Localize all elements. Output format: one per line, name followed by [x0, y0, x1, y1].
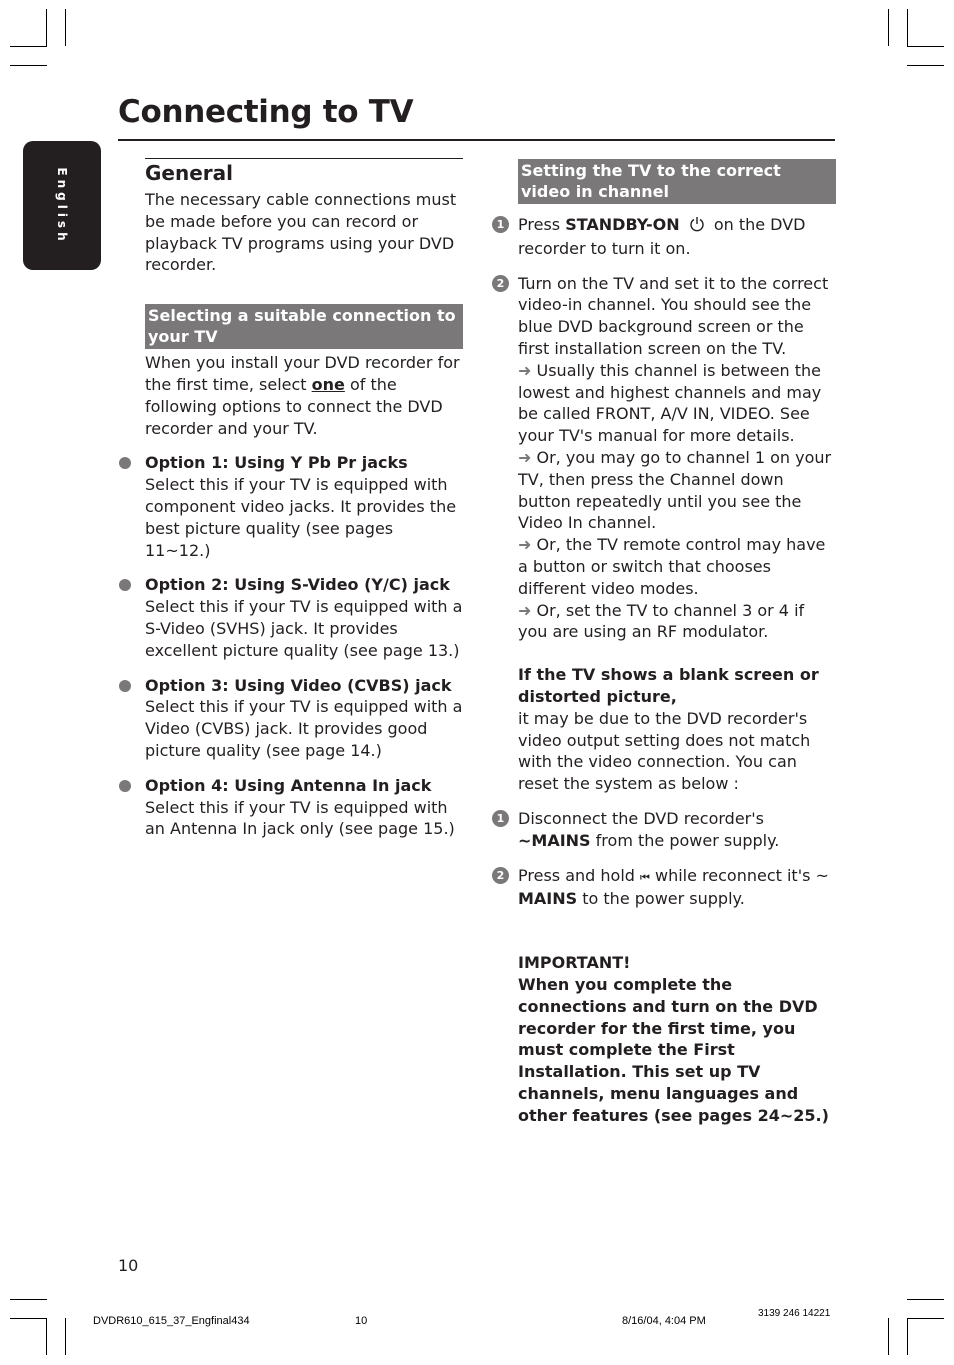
- mains-label: ~MAINS: [518, 830, 591, 850]
- crop-mark: [10, 65, 47, 66]
- step-number-icon: 1: [492, 216, 509, 233]
- selecting-connection-heading: Selecting a suitable connection to your …: [145, 304, 463, 350]
- blank-screen-heading: If the TV shows a blank screen or distor…: [518, 665, 819, 706]
- option-item: Option 4: Using Antenna In jack Select t…: [119, 775, 463, 840]
- language-tab-label: English: [55, 166, 69, 245]
- option-text: Select this if your TV is equipped with …: [145, 597, 463, 660]
- crop-mark: [10, 46, 47, 47]
- language-tab: English: [23, 141, 101, 270]
- crop-mark: [907, 1318, 944, 1319]
- general-heading: General: [145, 158, 463, 185]
- bullet-icon: [119, 779, 131, 792]
- footer-datetime: 8/16/04, 4:04 PM: [622, 1315, 706, 1327]
- bullet-icon: [119, 579, 131, 592]
- general-text: The necessary cable connections must be …: [145, 190, 457, 275]
- reset-step-item: 1 Disconnect the DVD recorder's ~MAINS f…: [492, 808, 836, 852]
- footer-filename: DVDR610_615_37_Engfinal434: [93, 1315, 250, 1327]
- crop-mark: [46, 1318, 47, 1355]
- crop-mark: [10, 1299, 47, 1300]
- right-column: Setting the TV to the correct video in c…: [492, 159, 836, 1126]
- option-text: Select this if your TV is equipped with …: [145, 797, 455, 839]
- step-text: Disconnect the DVD recorder's: [518, 808, 764, 828]
- page-title: Connecting to TV: [118, 94, 414, 130]
- tip-item: ➜ Or, set the TV to channel 3 or 4 if yo…: [518, 600, 836, 644]
- important-text: When you complete the connections and tu…: [518, 974, 829, 1125]
- crop-mark: [907, 1299, 944, 1300]
- arrow-icon: ➜: [518, 535, 537, 555]
- tip-text: Usually this channel is between the lowe…: [518, 360, 822, 446]
- step-number-icon: 1: [492, 809, 509, 827]
- important-heading: IMPORTANT!: [518, 953, 631, 973]
- left-column: General The necessary cable connections …: [119, 158, 463, 840]
- arrow-icon: ➜: [518, 447, 537, 467]
- crop-mark: [907, 1318, 908, 1355]
- crop-mark: [907, 65, 944, 66]
- power-icon: [689, 216, 705, 238]
- bullet-icon: [119, 679, 131, 692]
- tip-text: Or, the TV remote control may have a but…: [518, 535, 826, 598]
- crop-mark: [65, 9, 66, 46]
- tip-item: ➜ Usually this channel is between the lo…: [518, 360, 836, 447]
- standby-on-label: STANDBY-ON: [565, 215, 680, 234]
- tip-text: Or, set the TV to channel 3 or 4 if you …: [518, 600, 805, 642]
- crop-mark: [888, 9, 889, 46]
- arrow-icon: ➜: [518, 360, 537, 380]
- tip-text: Or, you may go to channel 1 on your TV, …: [518, 447, 832, 533]
- footer-page: 10: [355, 1315, 368, 1327]
- reset-step-item: 2 Press and hold ⏮ while reconnect it's …: [492, 865, 836, 911]
- crop-mark: [46, 9, 47, 46]
- step-text: Turn on the TV and set it to the correct…: [518, 273, 829, 358]
- step-text: to the power supply.: [577, 889, 745, 909]
- step-item: 2 Turn on the TV and set it to the corre…: [492, 273, 836, 644]
- step-item: 1 Press STANDBY-ON on the DVD recorder t…: [492, 214, 836, 260]
- option-text: Select this if your TV is equipped with …: [145, 697, 463, 760]
- crop-mark: [65, 1318, 66, 1355]
- title-divider: [118, 139, 835, 141]
- step-text: while reconnect it's ~: [649, 865, 829, 885]
- option-item: Option 3: Using Video (CVBS) jack Select…: [119, 675, 463, 762]
- option-item: Option 1: Using Y Pb Pr jacks Select thi…: [119, 452, 463, 561]
- crop-mark: [10, 1318, 47, 1319]
- setting-tv-heading: Setting the TV to the correct video in c…: [518, 159, 836, 204]
- page-number: 10: [118, 1256, 139, 1275]
- option-title: Option 2: Using S-Video (Y/C) jack: [145, 575, 450, 595]
- selecting-text-part: When you install your DVD recorder for t…: [145, 353, 460, 394]
- selecting-text: When you install your DVD recorder for t…: [145, 352, 463, 439]
- step-text: Press and hold: [518, 865, 640, 885]
- selecting-text-emphasis: one: [311, 374, 345, 394]
- previous-icon: ⏮: [640, 870, 650, 884]
- arrow-icon: ➜: [518, 600, 537, 620]
- option-title: Option 1: Using Y Pb Pr jacks: [145, 453, 408, 473]
- mains-label: MAINS: [518, 889, 578, 909]
- option-item: Option 2: Using S-Video (Y/C) jack Selec…: [119, 574, 463, 661]
- option-title: Option 4: Using Antenna In jack: [145, 775, 432, 795]
- blank-screen-text: it may be due to the DVD recorder's vide…: [518, 708, 811, 794]
- crop-mark: [907, 9, 908, 46]
- step-text: from the power supply.: [590, 830, 780, 850]
- bullet-icon: [119, 457, 131, 470]
- option-title: Option 3: Using Video (CVBS) jack: [145, 675, 452, 695]
- step-text: Press: [518, 215, 566, 234]
- tip-item: ➜ Or, the TV remote control may have a b…: [518, 534, 836, 599]
- option-text: Select this if your TV is equipped with …: [145, 475, 457, 560]
- crop-mark: [888, 1318, 889, 1355]
- tip-item: ➜ Or, you may go to channel 1 on your TV…: [518, 447, 836, 534]
- step-number-icon: 2: [492, 274, 509, 292]
- step-number-icon: 2: [492, 866, 509, 884]
- footer-code: 3139 246 14221: [758, 1308, 831, 1319]
- crop-mark: [907, 46, 944, 47]
